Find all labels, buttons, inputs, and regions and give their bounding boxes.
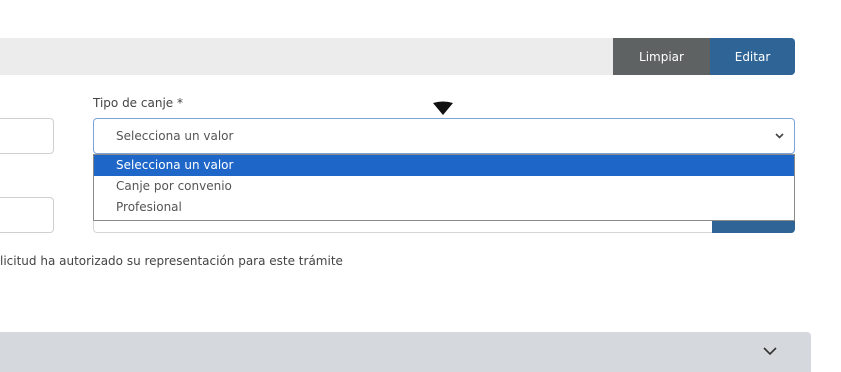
tipo-canje-select[interactable]: Selecciona un valor: [93, 118, 795, 154]
tipo-canje-dropdown: Selecciona un valor Canje por convenio P…: [93, 154, 795, 221]
representation-note: licitud ha autorizado su representación …: [0, 254, 343, 268]
tipo-canje-selected-value: Selecciona un valor: [116, 129, 234, 143]
pointer-triangle-icon: [433, 101, 453, 115]
edit-button[interactable]: Editar: [710, 38, 795, 75]
left-input-2[interactable]: [0, 197, 54, 233]
tipo-canje-label: Tipo de canje *: [93, 96, 183, 110]
chevron-down-icon: [775, 133, 784, 139]
dropdown-option[interactable]: Profesional: [94, 197, 794, 218]
accordion-header[interactable]: [0, 332, 811, 372]
left-input-1[interactable]: [0, 118, 54, 154]
dropdown-option[interactable]: Selecciona un valor: [94, 155, 794, 176]
clear-button[interactable]: Limpiar: [613, 38, 710, 75]
chevron-down-icon: [763, 347, 777, 356]
dropdown-option[interactable]: Canje por convenio: [94, 176, 794, 197]
